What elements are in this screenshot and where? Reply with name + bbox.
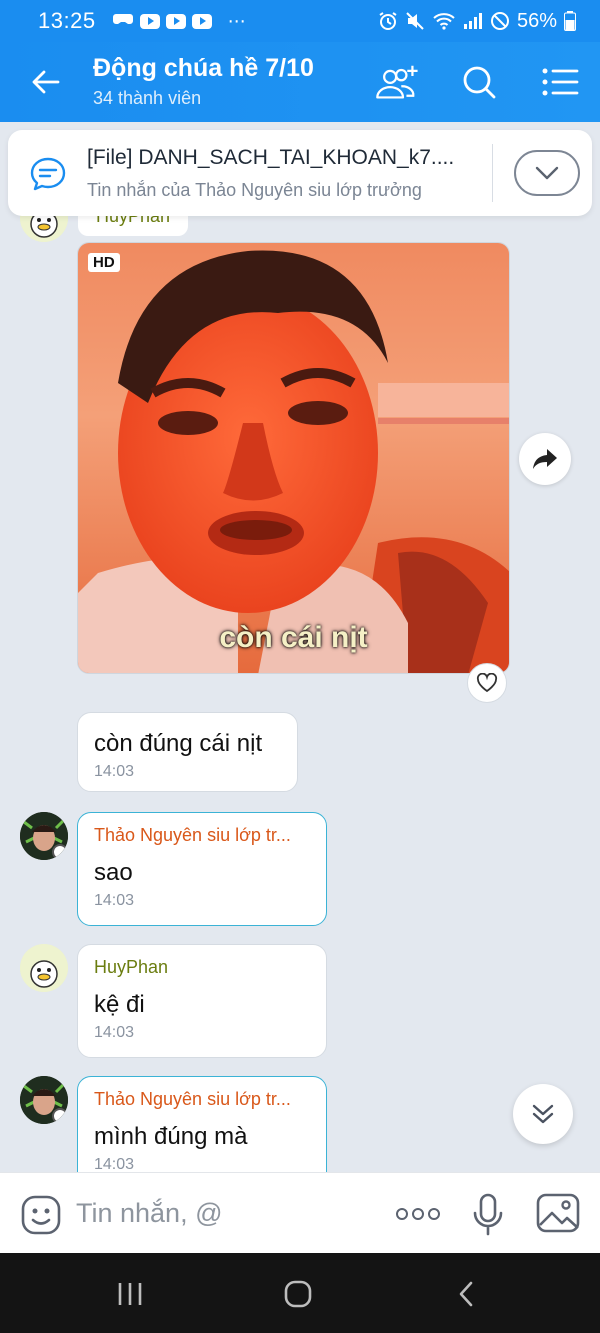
scroll-to-bottom-button[interactable] (513, 1084, 573, 1144)
mute-icon (405, 11, 425, 31)
battery-percent: 56% (516, 9, 557, 32)
divider (492, 144, 493, 202)
more-notifications-icon: ⋯ (227, 10, 247, 31)
dot (428, 1208, 440, 1220)
image-button[interactable] (536, 1193, 580, 1233)
dot (412, 1208, 424, 1220)
home-button[interactable] (278, 1277, 318, 1311)
online-badge (52, 1108, 68, 1124)
wifi-icon (432, 12, 456, 30)
status-time: 13:25 (38, 8, 96, 33)
system-icons: 56% (378, 10, 576, 33)
youtube-icon (139, 13, 160, 29)
avatar[interactable] (20, 1076, 68, 1124)
list-menu-icon (542, 68, 579, 96)
message-sender: HuyPhan (94, 957, 169, 977)
microphone-icon (473, 1193, 503, 1236)
pinned-subtitle: Tin nhắn của Thảo Nguyên siu lớp trưởng (87, 180, 422, 200)
search-icon (463, 66, 496, 99)
arrow-left-icon (32, 70, 60, 94)
photo-message[interactable]: HD còn cái nịt (77, 242, 510, 674)
emoji-button[interactable] (20, 1194, 62, 1236)
message-bubble[interactable]: HuyPhan kệ đi 14:03 (77, 944, 327, 1058)
message-bubble[interactable]: Thảo Nguyên siu lớp tr... sao 14:03 (77, 812, 327, 926)
battery-icon (564, 11, 576, 31)
dnd-icon (490, 11, 510, 31)
message-bubble[interactable]: còn đúng cái nịt 14:03 (77, 712, 298, 792)
message-input[interactable] (76, 1191, 376, 1235)
message-sender: Thảo Nguyên siu lớp tr... (94, 1089, 291, 1109)
message-list[interactable]: HuyPhan HD còn cái nịt còn đúng cái nịt … (0, 122, 600, 1172)
face-photo (78, 243, 509, 673)
youtube-icon (165, 13, 186, 29)
photo-caption: còn cái nịt (219, 621, 368, 654)
online-badge (52, 844, 68, 860)
pinned-message[interactable]: [File] DANH_SACH_TAI_KHOAN_k7.... Tin nh… (8, 130, 592, 216)
member-count: 34 thành viên (93, 88, 202, 108)
composer-bar (0, 1172, 600, 1253)
message-time: 14:03 (94, 763, 135, 780)
message-time: 14:03 (94, 1156, 135, 1172)
search-button[interactable] (455, 60, 503, 104)
chevron-down-icon (535, 166, 559, 180)
recent-apps-icon (118, 1283, 142, 1305)
avatar[interactable] (20, 944, 68, 992)
back-button[interactable] (28, 64, 64, 100)
duck-avatar-icon (20, 944, 68, 992)
status-bar: 13:25 ⋯ 56% (0, 0, 600, 42)
dot (396, 1208, 408, 1220)
like-button[interactable] (467, 663, 507, 703)
message-text: còn đúng cái nịt (94, 730, 263, 757)
signal-icon (463, 12, 483, 30)
message-text: kệ đi (94, 991, 145, 1018)
youtube-icon (191, 13, 212, 29)
add-member-button[interactable] (373, 60, 421, 104)
avatar[interactable] (20, 812, 68, 860)
group-title: Động chúa hề 7/10 (93, 54, 314, 82)
title-block[interactable]: Động chúa hề 7/10 34 thành viên (93, 52, 314, 110)
message-bubble[interactable]: Thảo Nguyên siu lớp tr... mình đúng mà 1… (77, 1076, 327, 1172)
hd-badge: HD (88, 253, 120, 272)
alarm-icon (378, 11, 398, 31)
chat-header: Động chúa hề 7/10 34 thành viên (0, 42, 600, 122)
message-time: 14:03 (94, 892, 135, 909)
game-icon (112, 11, 134, 32)
more-options-button[interactable] (394, 1199, 442, 1229)
add-user-icon (376, 65, 418, 99)
image-icon (536, 1193, 580, 1233)
notification-icons: ⋯ (112, 11, 247, 32)
message-time: 14:03 (94, 1024, 135, 1041)
chat-bubble-icon (30, 157, 66, 191)
menu-button[interactable] (536, 60, 584, 104)
share-arrow-icon (533, 449, 557, 469)
chevron-left-icon (459, 1281, 473, 1307)
expand-pinned-button[interactable] (514, 150, 580, 196)
recent-apps-button[interactable] (110, 1277, 150, 1311)
home-icon (284, 1280, 312, 1308)
share-button[interactable] (519, 433, 571, 485)
double-chevron-down-icon (532, 1104, 554, 1124)
system-navigation-bar (0, 1253, 600, 1333)
message-text: mình đúng mà (94, 1123, 248, 1150)
message-sender: Thảo Nguyên siu lớp tr... (94, 825, 291, 845)
back-nav-button[interactable] (446, 1277, 486, 1311)
heart-icon (476, 673, 498, 693)
pinned-title: [File] DANH_SACH_TAI_KHOAN_k7.... (87, 146, 455, 169)
emoji-icon (21, 1195, 61, 1235)
voice-button[interactable] (470, 1193, 506, 1237)
message-text: sao (94, 859, 133, 886)
